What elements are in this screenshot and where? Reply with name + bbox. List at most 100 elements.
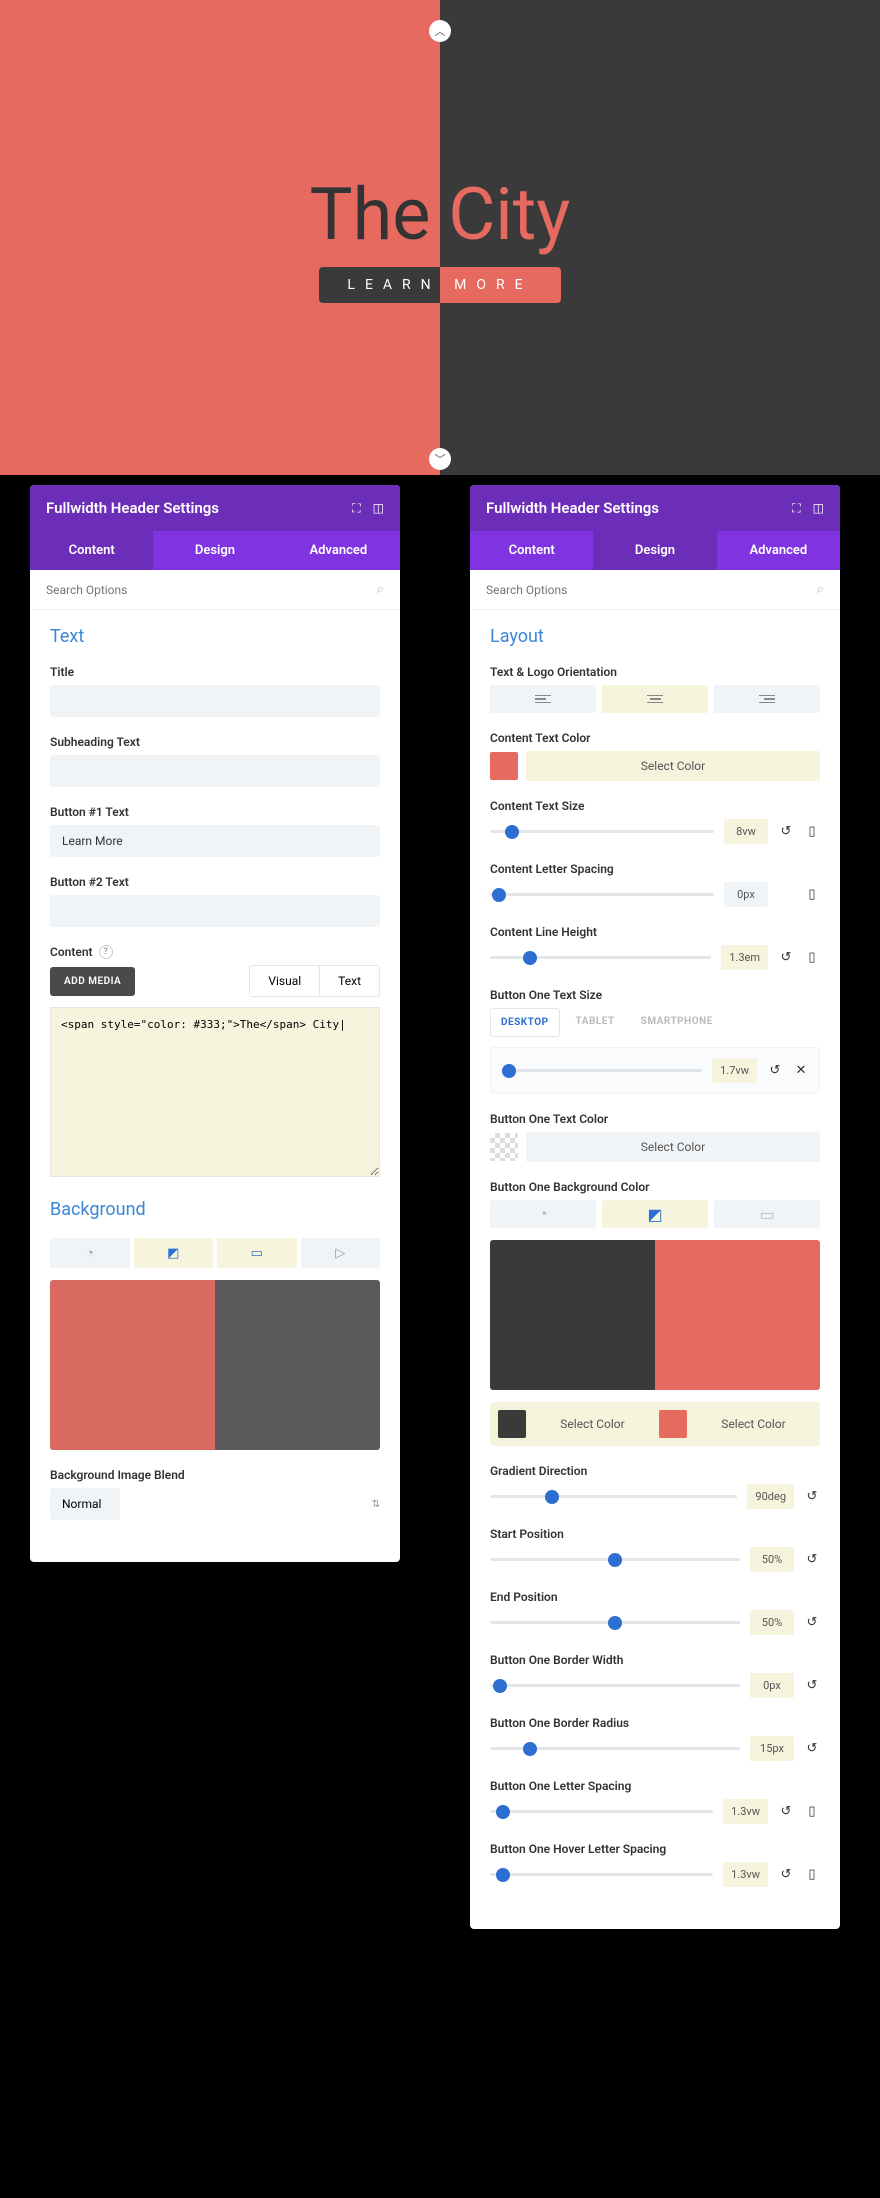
bg-tab-color[interactable]: ◔ xyxy=(50,1238,130,1268)
tab-advanced[interactable]: Advanced xyxy=(717,531,840,570)
bg-type-solid[interactable]: ◔ xyxy=(490,1200,596,1228)
search-input[interactable] xyxy=(486,583,817,597)
btn1-hover-letter-spacing-value[interactable]: 1.3vw xyxy=(723,1862,768,1887)
tab-content[interactable]: Content xyxy=(470,531,593,570)
hero-learn-more-button[interactable]: Learn More xyxy=(319,267,560,303)
gradient-stop1-swatch[interactable] xyxy=(498,1410,526,1438)
subheading-input[interactable] xyxy=(50,755,380,787)
hero-collapse-bottom[interactable]: ﹀ xyxy=(429,448,451,470)
btn1-hover-letter-spacing-slider[interactable] xyxy=(490,1865,713,1885)
reset-icon[interactable]: ↺ xyxy=(767,1063,783,1078)
btn1-border-width-value[interactable]: 0px xyxy=(750,1673,794,1698)
reset-icon[interactable]: ↺ xyxy=(804,1678,820,1693)
align-right-button[interactable] xyxy=(714,685,820,713)
content-letter-spacing-slider[interactable] xyxy=(490,885,714,905)
editor-tab-visual[interactable]: Visual xyxy=(249,965,320,997)
snap-icon[interactable]: ◫ xyxy=(813,501,824,516)
content-letter-spacing-label: Content Letter Spacing xyxy=(490,862,820,876)
device-tab-desktop[interactable]: DESKTOP xyxy=(490,1008,560,1037)
reset-icon[interactable]: ↺ xyxy=(804,1615,820,1630)
device-icon[interactable]: ▯ xyxy=(804,1867,820,1882)
gradient-stop2-swatch[interactable] xyxy=(659,1410,687,1438)
tab-advanced[interactable]: Advanced xyxy=(277,531,400,570)
search-icon[interactable]: ⌕ xyxy=(817,582,824,597)
expand-icon[interactable]: ⛶ xyxy=(792,501,800,516)
reset-icon[interactable]: ↺ xyxy=(778,950,794,965)
panel-header: Fullwidth Header Settings ⛶ ◫ xyxy=(30,485,400,531)
hero-preview: ︿ The City Learn More ﹀ xyxy=(0,0,880,475)
btn1-text-color-label: Button One Text Color xyxy=(490,1112,820,1126)
add-media-button[interactable]: ADD MEDIA xyxy=(50,967,135,996)
background-preview[interactable] xyxy=(50,1280,380,1450)
align-center-button[interactable] xyxy=(602,685,708,713)
orientation-label: Text & Logo Orientation xyxy=(490,665,820,679)
reset-icon[interactable]: ↺ xyxy=(804,1741,820,1756)
color-swatch-red[interactable] xyxy=(490,752,518,780)
tab-content[interactable]: Content xyxy=(30,531,153,570)
btn1-text-size-value[interactable]: 1.7vw xyxy=(712,1058,757,1083)
reset-icon[interactable]: ↺ xyxy=(804,1489,820,1504)
snap-icon[interactable]: ◫ xyxy=(373,501,384,516)
content-text-size-value[interactable]: 8vw xyxy=(724,819,768,844)
title-input[interactable] xyxy=(50,685,380,717)
align-left-button[interactable] xyxy=(490,685,596,713)
content-editor-label: Content ? xyxy=(50,945,380,959)
btn1-letter-spacing-value[interactable]: 1.3vw xyxy=(723,1799,768,1824)
bg-type-image[interactable]: ▭ xyxy=(714,1200,820,1228)
reset-icon[interactable]: ↺ xyxy=(778,1804,794,1819)
btn1-bg-color-label: Button One Background Color xyxy=(490,1180,820,1194)
btn1-letter-spacing-slider[interactable] xyxy=(490,1802,713,1822)
bg-tab-gradient[interactable]: ◩ xyxy=(134,1238,214,1268)
bg-blend-select[interactable] xyxy=(50,1488,120,1520)
search-icon[interactable]: ⌕ xyxy=(377,582,384,597)
btn-bg-preview[interactable] xyxy=(490,1240,820,1390)
hero-collapse-top[interactable]: ︿ xyxy=(429,20,451,42)
end-position-slider[interactable] xyxy=(490,1613,740,1633)
dropdown-icon[interactable]: ⇅ xyxy=(372,1499,380,1510)
reset-icon[interactable]: ↺ xyxy=(778,824,794,839)
reset-icon[interactable]: ↺ xyxy=(804,1552,820,1567)
gradient-stop2-select[interactable]: Select Color xyxy=(695,1417,812,1431)
color-swatch-transparent[interactable] xyxy=(490,1133,518,1161)
button1-text-input[interactable] xyxy=(50,825,380,857)
bg-type-gradient[interactable]: ◩ xyxy=(602,1200,708,1228)
reset-icon[interactable]: ↺ xyxy=(778,1867,794,1882)
device-icon[interactable]: ▯ xyxy=(804,1804,820,1819)
search-input[interactable] xyxy=(46,583,377,597)
gradient-direction-slider[interactable] xyxy=(490,1487,737,1507)
btn1-text-size-slider[interactable] xyxy=(501,1061,702,1081)
device-icon[interactable]: ▯ xyxy=(804,824,820,839)
button2-text-input[interactable] xyxy=(50,895,380,927)
end-position-label: End Position xyxy=(490,1590,820,1604)
device-icon[interactable]: ▯ xyxy=(804,887,820,902)
content-letter-spacing-value[interactable]: 0px xyxy=(724,882,768,907)
bg-tab-video[interactable]: ▷ xyxy=(301,1238,381,1268)
btn1-border-radius-label: Button One Border Radius xyxy=(490,1716,820,1730)
gradient-stop1-select[interactable]: Select Color xyxy=(534,1417,651,1431)
content-line-height-value[interactable]: 1.3em xyxy=(721,945,768,970)
help-icon[interactable]: ? xyxy=(99,945,113,959)
start-position-slider[interactable] xyxy=(490,1550,740,1570)
content-line-height-slider[interactable] xyxy=(490,948,711,968)
btn1-border-radius-value[interactable]: 15px xyxy=(750,1736,794,1761)
end-position-value[interactable]: 50% xyxy=(750,1610,794,1635)
editor-tab-text[interactable]: Text xyxy=(320,965,380,997)
tab-design[interactable]: Design xyxy=(153,531,276,570)
btn1-border-radius-slider[interactable] xyxy=(490,1739,740,1759)
device-icon[interactable]: ▯ xyxy=(804,950,820,965)
content-text-size-slider[interactable] xyxy=(490,822,714,842)
device-tab-tablet[interactable]: TABLET xyxy=(566,1008,625,1037)
device-tab-smartphone[interactable]: SMARTPHONE xyxy=(631,1008,723,1037)
search-bar: ⌕ xyxy=(470,570,840,610)
select-color-button[interactable]: Select Color xyxy=(526,751,820,781)
start-position-value[interactable]: 50% xyxy=(750,1547,794,1572)
btn1-border-width-slider[interactable] xyxy=(490,1676,740,1696)
tab-design[interactable]: Design xyxy=(593,531,716,570)
close-icon[interactable]: ✕ xyxy=(793,1063,809,1078)
select-color-button[interactable]: Select Color xyxy=(526,1132,820,1162)
content-textarea[interactable]: <span style="color: #333;">The</span> Ci… xyxy=(50,1007,380,1177)
expand-icon[interactable]: ⛶ xyxy=(352,501,360,516)
gradient-direction-value[interactable]: 90deg xyxy=(747,1484,794,1509)
start-position-label: Start Position xyxy=(490,1527,820,1541)
bg-tab-image[interactable]: ▭ xyxy=(217,1238,297,1268)
